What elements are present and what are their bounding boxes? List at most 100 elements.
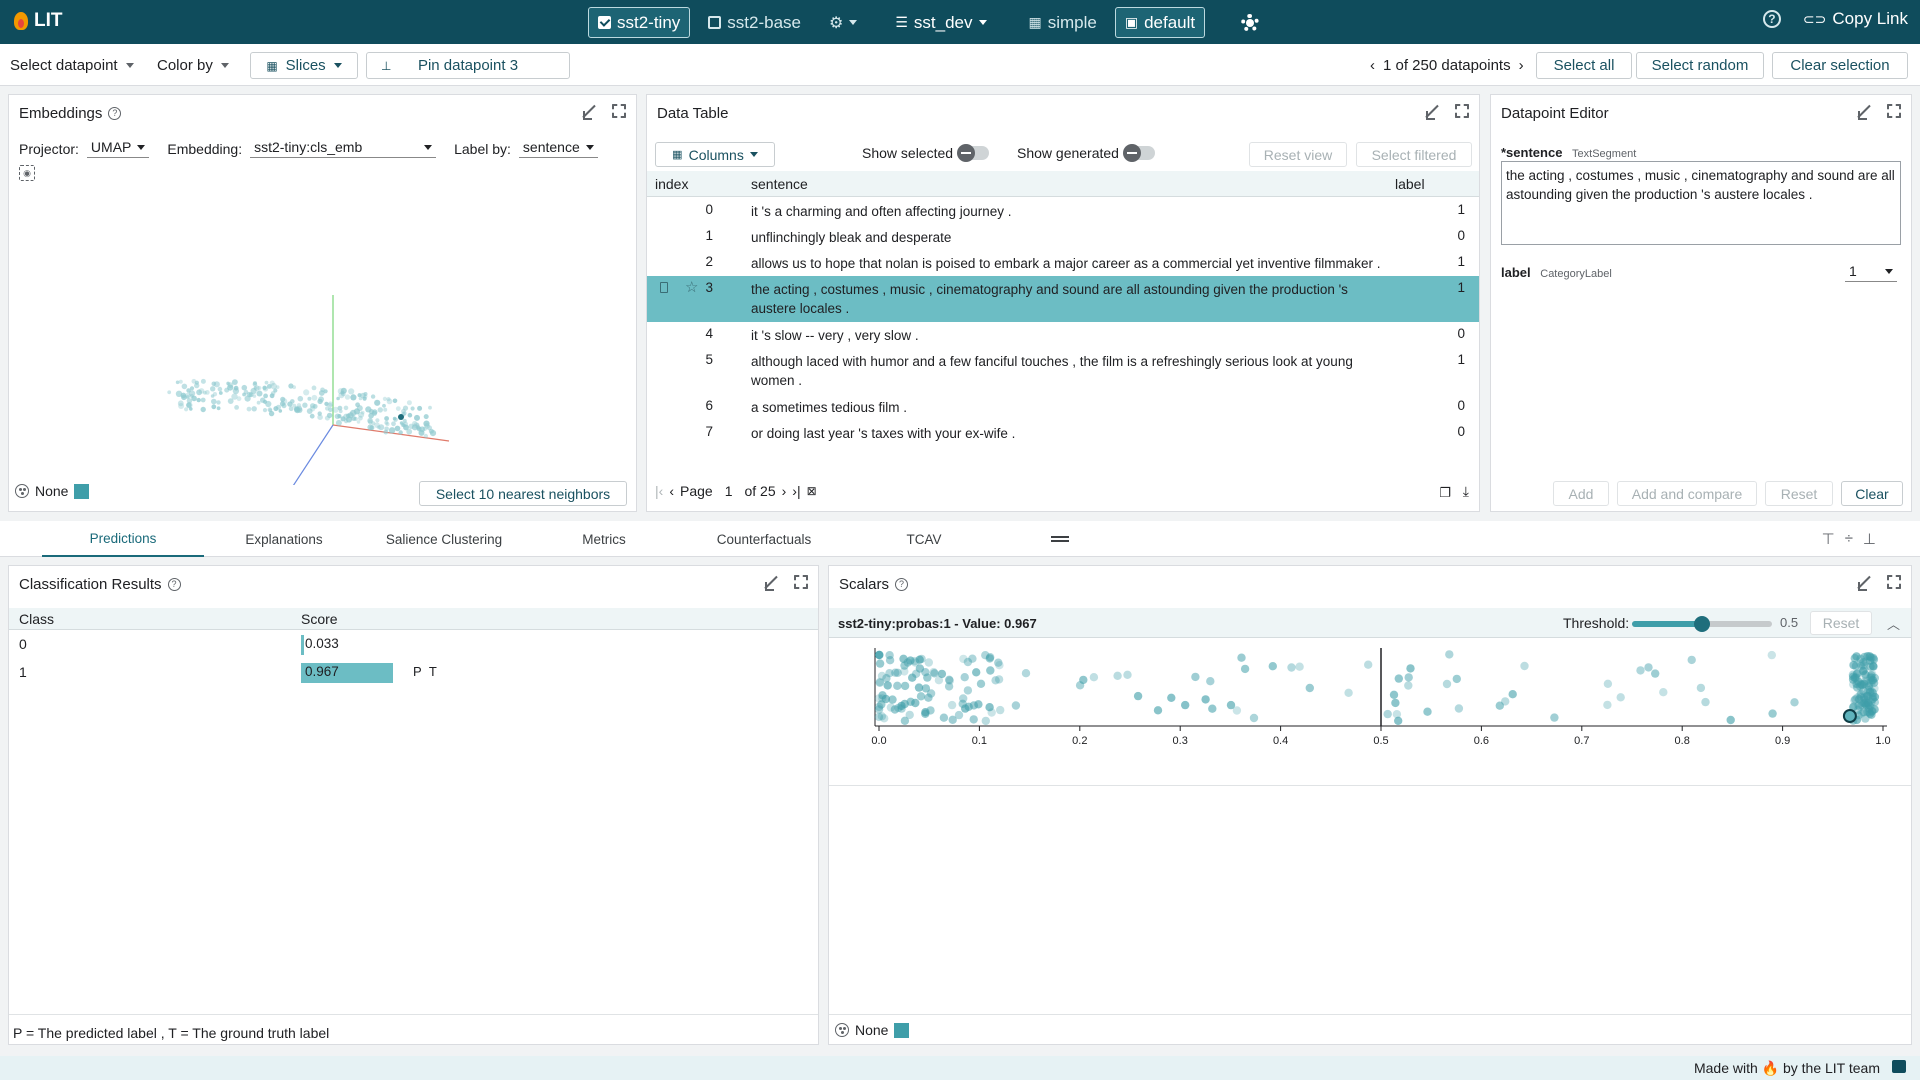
- embedding-point[interactable]: [260, 397, 266, 403]
- scalar-point[interactable]: [921, 708, 930, 717]
- embedding-point[interactable]: [377, 407, 383, 413]
- embedding-point[interactable]: [362, 396, 367, 401]
- scalar-point[interactable]: [1079, 675, 1088, 685]
- scalar-point[interactable]: [1404, 681, 1413, 690]
- scalar-point[interactable]: [1644, 663, 1653, 672]
- embedding-point[interactable]: [423, 414, 429, 420]
- embedding-point[interactable]: [428, 405, 432, 410]
- embedding-point[interactable]: [303, 389, 310, 396]
- scalar-point[interactable]: [1021, 669, 1031, 678]
- embedding-point[interactable]: [226, 381, 230, 386]
- embedding-point[interactable]: [384, 416, 389, 421]
- scalar-point[interactable]: [916, 692, 926, 701]
- feedback-icon[interactable]: [1892, 1060, 1906, 1073]
- embedding-point[interactable]: [288, 383, 294, 389]
- embedding-point[interactable]: [262, 408, 268, 413]
- clear-selection-button[interactable]: Clear selection: [1772, 52, 1908, 79]
- scalar-point[interactable]: [1520, 661, 1529, 671]
- embedding-point[interactable]: [338, 409, 343, 414]
- table-row[interactable]: ☆ 3 the acting , costumes , music , cinema…: [647, 276, 1479, 322]
- scalar-point[interactable]: [1452, 674, 1461, 684]
- column-header-index[interactable]: index: [655, 176, 688, 192]
- scalar-strip-plot[interactable]: 0.0 0.1 0.2 0.3 0.4 0.5 0.6 0.7 0.8 0.9 1.0: [829, 638, 1911, 786]
- scalar-point[interactable]: [1726, 715, 1735, 725]
- column-header-label[interactable]: label: [1395, 176, 1425, 192]
- embedding-point[interactable]: [167, 390, 172, 395]
- scalar-point[interactable]: [945, 676, 954, 685]
- scalar-point[interactable]: [1696, 683, 1706, 693]
- embedding-point[interactable]: [382, 403, 386, 408]
- embedding-point[interactable]: [406, 400, 412, 406]
- scalar-point[interactable]: [924, 693, 933, 702]
- embedding-point[interactable]: [280, 398, 288, 405]
- embedding-select[interactable]: sst2-tiny:cls_emb: [250, 139, 437, 158]
- maximize-icon[interactable]: [612, 104, 626, 118]
- tab-predictions[interactable]: Predictions: [42, 521, 204, 557]
- chevron-up-icon[interactable]: ︿: [1887, 614, 1900, 633]
- scalar-point[interactable]: [1859, 677, 1869, 687]
- embedding-point[interactable]: [211, 398, 217, 405]
- embedding-point[interactable]: [288, 406, 294, 412]
- scalar-point[interactable]: [1687, 655, 1696, 665]
- embedding-point[interactable]: [402, 418, 407, 423]
- scalar-point[interactable]: [947, 700, 957, 710]
- minimize-icon[interactable]: [1425, 104, 1439, 120]
- scalar-point[interactable]: [1394, 716, 1403, 725]
- embedding-point[interactable]: [323, 389, 328, 394]
- scalar-point[interactable]: [961, 704, 970, 713]
- scalar-point[interactable]: [1442, 679, 1452, 689]
- embedding-point[interactable]: [275, 385, 280, 389]
- embedding-point[interactable]: [327, 401, 334, 407]
- scalar-point[interactable]: [1550, 713, 1559, 722]
- embedding-point[interactable]: [382, 396, 387, 401]
- embedding-point[interactable]: [297, 395, 304, 402]
- maximize-icon[interactable]: [794, 575, 808, 589]
- scalar-point[interactable]: [954, 710, 964, 720]
- minimize-icon[interactable]: [582, 104, 596, 120]
- embedding-point[interactable]: [356, 420, 361, 424]
- embedding-point[interactable]: [423, 433, 428, 439]
- minimize-icon[interactable]: [764, 575, 778, 591]
- embedding-point[interactable]: [175, 380, 180, 385]
- reset-camera-icon[interactable]: ◉: [19, 165, 35, 181]
- scalar-point[interactable]: [939, 713, 949, 722]
- embedding-point[interactable]: [428, 428, 434, 434]
- table-row[interactable]: 4 it 's slow -- very , very slow . 0: [647, 322, 1479, 348]
- embedding-point[interactable]: [212, 392, 218, 397]
- embedding-point[interactable]: [391, 421, 396, 427]
- embedding-point[interactable]: [395, 406, 401, 411]
- embedding-point[interactable]: [340, 391, 346, 397]
- embedding-point[interactable]: [253, 381, 257, 386]
- select-nearest-neighbors-button[interactable]: Select 10 nearest neighbors: [419, 481, 627, 506]
- scalar-point[interactable]: [1445, 650, 1454, 659]
- embedding-point[interactable]: [217, 386, 223, 392]
- column-header-sentence[interactable]: sentence: [751, 176, 808, 192]
- scalar-point[interactable]: [996, 705, 1005, 715]
- embedding-point[interactable]: [326, 412, 333, 419]
- random-page-icon[interactable]: ⊠: [807, 484, 817, 498]
- tab-tcav[interactable]: TCAV: [844, 521, 1004, 557]
- scalar-point[interactable]: [1011, 701, 1021, 710]
- scalar-point[interactable]: [1501, 697, 1510, 706]
- columns-button[interactable]: ▦ Columns: [655, 142, 775, 167]
- projector-select[interactable]: UMAP: [86, 139, 150, 158]
- table-row[interactable]: 5 although laced with humor and a few fan…: [647, 348, 1479, 394]
- sentence-textarea[interactable]: the acting , costumes , music , cinemato…: [1501, 161, 1901, 245]
- embedding-point[interactable]: [357, 393, 362, 398]
- model-settings-dropdown[interactable]: ⚙: [819, 7, 867, 38]
- embedding-point[interactable]: [213, 381, 220, 388]
- scalar-point[interactable]: [1287, 663, 1296, 672]
- split-icon[interactable]: ÷: [1845, 530, 1853, 548]
- pin-icon[interactable]: [660, 282, 668, 293]
- scalar-point[interactable]: [972, 668, 981, 677]
- scalar-point[interactable]: [1603, 679, 1613, 688]
- help-icon[interactable]: ?: [167, 577, 181, 591]
- scalar-point[interactable]: [1701, 697, 1710, 707]
- embedding-point[interactable]: [317, 411, 322, 416]
- embedding-point[interactable]: [407, 412, 413, 418]
- show-generated-toggle[interactable]: Show generated: [1017, 144, 1155, 162]
- embedding-point[interactable]: [372, 409, 378, 415]
- embedding-point[interactable]: [408, 423, 414, 429]
- embedding-point[interactable]: [189, 407, 193, 411]
- scalar-point[interactable]: [960, 673, 969, 682]
